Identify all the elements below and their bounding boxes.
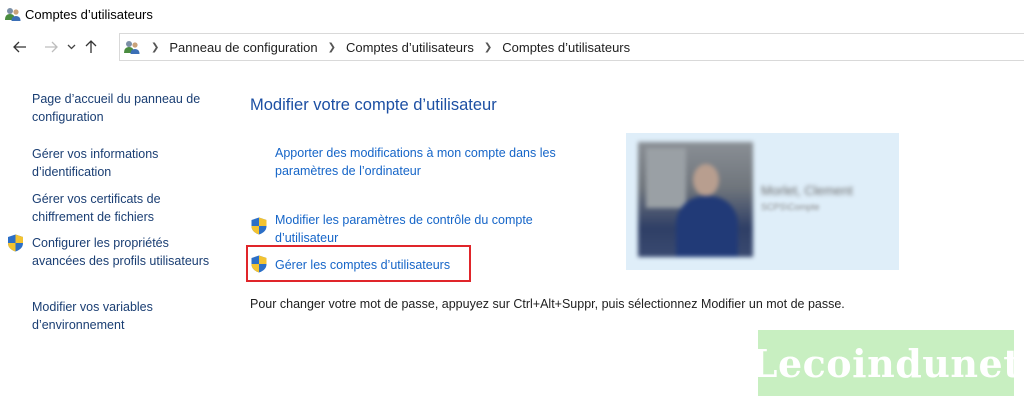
up-button[interactable] [80,36,102,58]
environment-variables-link[interactable]: Modifier vos variables d’environnement [32,298,222,334]
advanced-profile-properties-label: Configurer les propriétés avancées des p… [32,236,210,268]
user-name: Morlet, Clement [761,183,853,198]
users-icon [5,8,21,21]
back-button[interactable] [9,36,31,58]
recent-locations-button[interactable] [64,36,78,58]
user-role: SCPS\Compte [761,202,820,212]
manage-certificates-link[interactable]: Gérer vos certificats de chiffrement de … [32,190,222,226]
chevron-right-icon[interactable]: ❯ [328,42,336,53]
breadcrumb-item-comptes[interactable]: Comptes d’utilisateurs [346,40,474,55]
account-settings-link[interactable]: Apporter des modifications à mon compte … [275,144,605,180]
uac-shield-icon [251,217,267,235]
page-title: Modifier votre compte d’utilisateur [250,96,497,114]
chevron-right-icon[interactable]: ❯ [484,42,492,53]
title-bar: Comptes d’utilisateurs [0,0,1024,28]
users-icon [124,41,140,54]
watermark-text: Lecoindunet [750,340,1022,386]
breadcrumb-item-comptes-current[interactable]: Comptes d’utilisateurs [502,40,630,55]
arrow-right-icon [45,41,58,53]
highlight-box [246,245,471,282]
address-bar[interactable]: ❯ Panneau de configuration ❯ Comptes d’u… [119,33,1024,61]
arrow-up-icon [85,40,97,53]
manage-credentials-link[interactable]: Gérer vos informations d’identification [32,145,222,181]
advanced-profile-properties-link[interactable]: Configurer les propriétés avancées des p… [8,234,222,270]
navigation-bar: ❯ Panneau de configuration ❯ Comptes d’u… [0,30,1024,64]
control-panel-home-link[interactable]: Page d’accueil du panneau de configurati… [32,90,222,126]
avatar [638,142,753,257]
password-instruction: Pour changer votre mot de passe, appuyez… [250,297,845,311]
uac-shield-icon [8,234,23,252]
window-title: Comptes d’utilisateurs [25,6,153,22]
chevron-down-icon [67,44,75,50]
watermark-logo: Lecoindunet [751,330,1021,396]
forward-button[interactable] [40,36,62,58]
chevron-right-icon[interactable]: ❯ [151,42,159,53]
uac-settings-link[interactable]: Modifier les paramètres de contrôle du c… [275,211,575,247]
user-tile: Morlet, Clement SCPS\Compte [626,133,899,270]
arrow-left-icon [13,41,26,53]
breadcrumb-item-panneau[interactable]: Panneau de configuration [169,40,317,55]
